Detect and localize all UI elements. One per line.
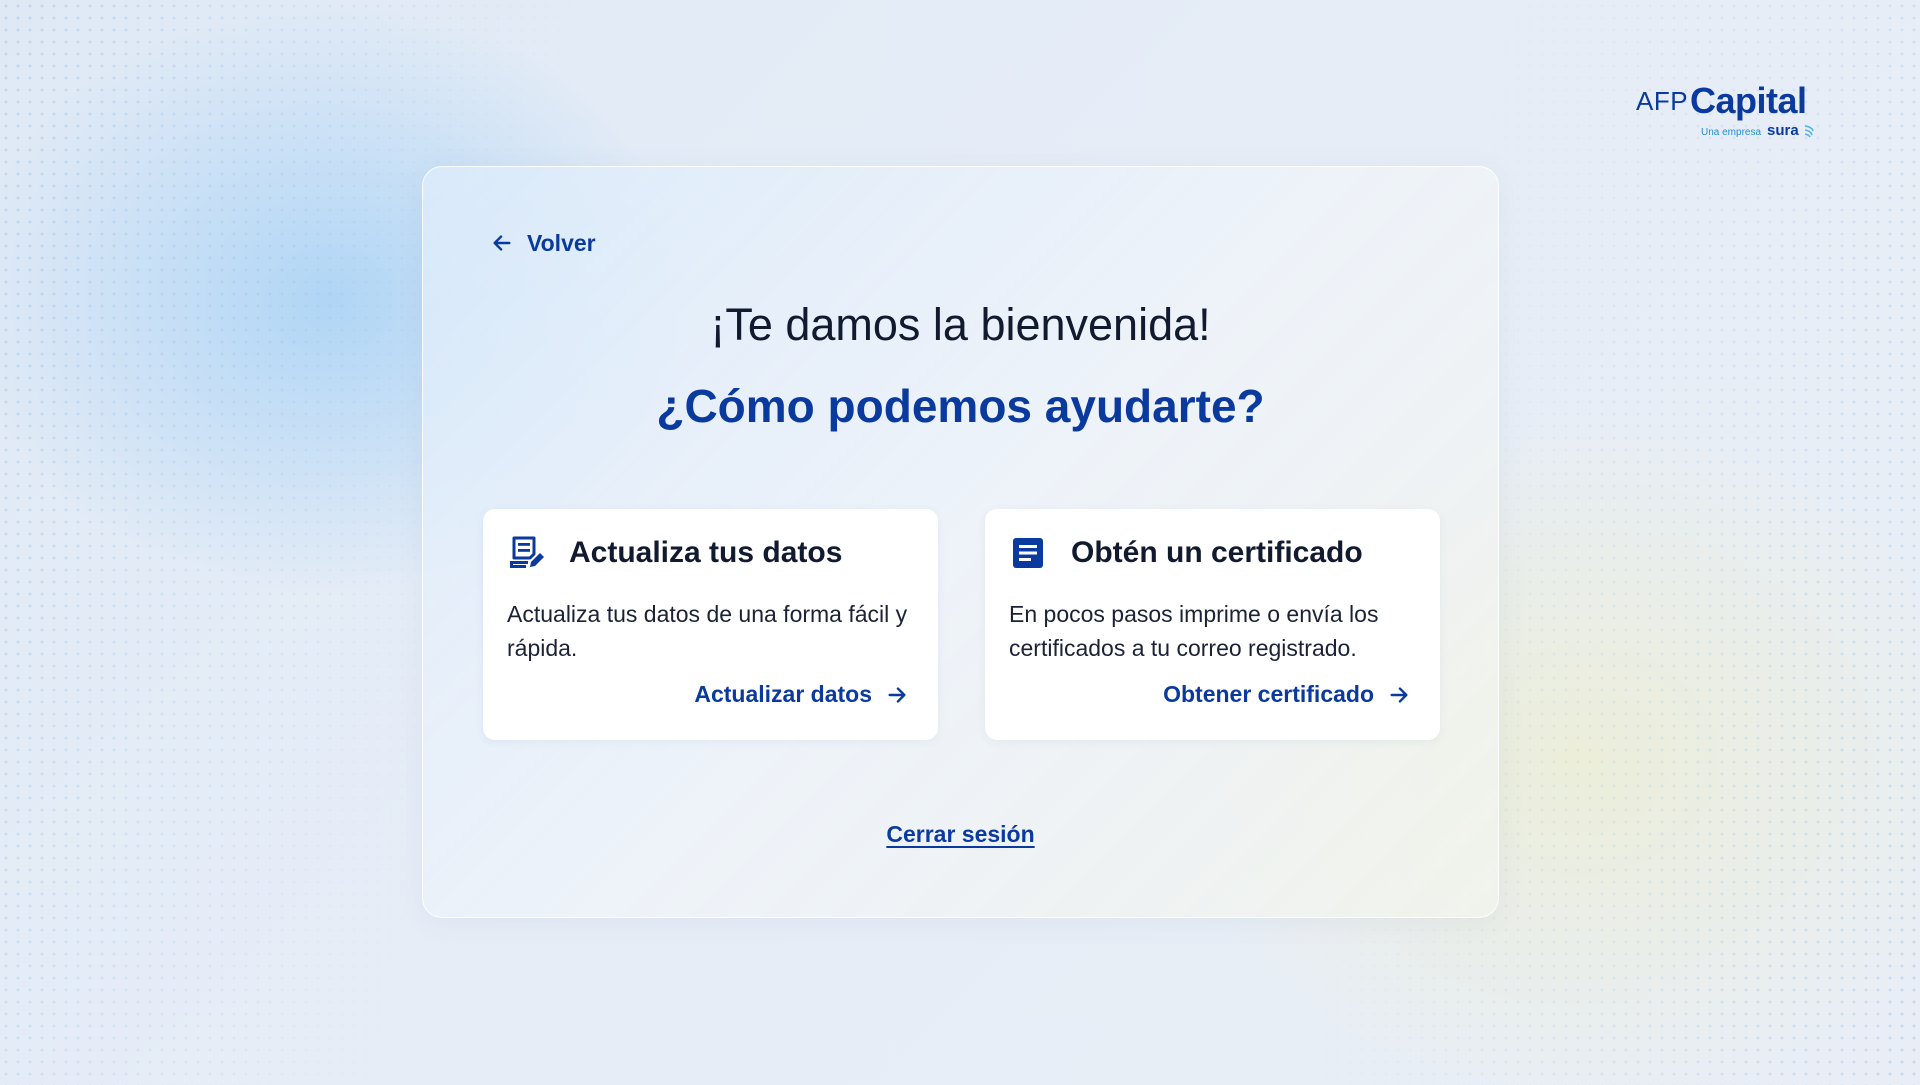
card-header: Obtén un certificado [1009,533,1363,573]
certificate-document-icon [1009,534,1047,572]
update-data-card[interactable]: Actualiza tus datos Actualiza tus datos … [483,509,938,740]
arrow-right-icon [888,686,906,703]
update-data-link[interactable]: Actualizar datos [694,681,908,708]
document-edit-icon [507,534,545,572]
get-certificate-link[interactable]: Obtener certificado [1163,681,1410,708]
certificate-card[interactable]: Obtén un certificado En pocos pasos impr… [985,509,1440,740]
back-button[interactable]: Volver [491,225,596,261]
get-certificate-link-label: Obtener certificado [1163,681,1374,707]
sura-mark-icon [1804,125,1814,138]
arrow-right-icon [1390,686,1408,703]
logout-container: Cerrar sesión [423,821,1498,848]
logo-capital-text: Capital [1690,80,1807,121]
afp-capital-logo: AFP Capital Una empresa sura [1636,80,1816,142]
back-button-label: Volver [527,229,596,256]
logo-tagline: Una empresa [1701,127,1762,138]
arrow-left-icon [493,235,511,251]
logo-afp-text: AFP [1636,86,1689,116]
card-heading: Obtén un certificado [1071,536,1363,569]
page-subtitle: ¿Cómo podemos ayudarte? [656,380,1265,432]
card-heading: Actualiza tus datos [569,536,843,569]
card-description: En pocos pasos imprime o envía los certi… [1009,601,1379,661]
welcome-panel: Volver ¡Te damos la bienvenida! ¿Cómo po… [422,166,1499,918]
logo-sura-text: sura [1767,122,1799,139]
logout-link[interactable]: Cerrar sesión [886,821,1034,847]
page-title: ¡Te damos la bienvenida! [710,299,1211,350]
card-header: Actualiza tus datos [507,533,842,573]
card-description: Actualiza tus datos de una forma fácil y… [507,601,908,661]
update-data-link-label: Actualizar datos [694,681,872,707]
